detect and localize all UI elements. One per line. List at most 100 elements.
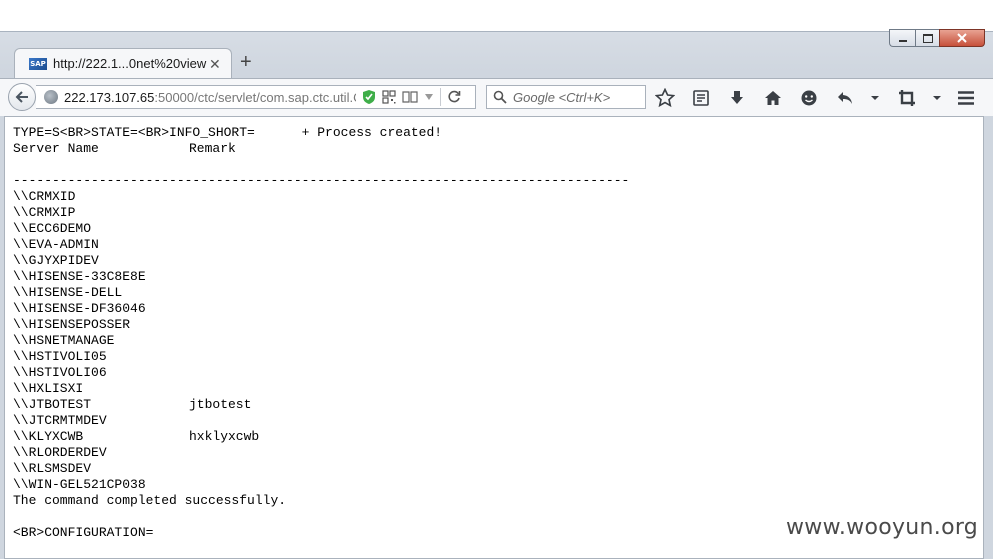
server-name: \\WIN-GEL521CP038 bbox=[13, 477, 146, 492]
share-icon bbox=[838, 92, 852, 104]
column-header-row: Server Name Remark bbox=[13, 141, 983, 157]
address-divider bbox=[440, 88, 441, 106]
search-icon bbox=[493, 90, 507, 104]
window-close-button[interactable] bbox=[939, 29, 985, 47]
address-bar-icons bbox=[362, 88, 467, 106]
server-name: \\HISENSE-33C8E8E bbox=[13, 269, 146, 284]
tab-close-button[interactable]: ✕ bbox=[209, 57, 221, 71]
server-name: \\RLSMSDEV bbox=[13, 461, 92, 476]
server-name: \\HSTIVOLI06 bbox=[13, 365, 107, 380]
server-remark: hxklyxcwb bbox=[189, 429, 260, 444]
maximize-button[interactable] bbox=[915, 29, 939, 47]
dropdown-arrow-icon[interactable] bbox=[424, 93, 434, 101]
share-dropdown[interactable] bbox=[870, 87, 880, 109]
url-text[interactable]: 222.173.107.65:50000/ctc/servlet/com.sap… bbox=[64, 90, 356, 105]
star-icon bbox=[655, 88, 675, 108]
qr-code-icon[interactable] bbox=[382, 90, 396, 104]
navigation-toolbar: 222.173.107.65:50000/ctc/servlet/com.sap… bbox=[0, 78, 993, 116]
bookmark-star-button[interactable] bbox=[654, 87, 676, 109]
server-row: \\RLSMSDEV bbox=[13, 461, 983, 477]
server-name: \\GJYXPIDEV bbox=[13, 253, 99, 268]
completion-message: The command completed successfully. bbox=[13, 493, 287, 508]
address-bar[interactable]: 222.173.107.65:50000/ctc/servlet/com.sap… bbox=[36, 85, 476, 109]
page-content: TYPE=S<BR>STATE=<BR>INFO_SHORT= + Proces… bbox=[4, 116, 984, 559]
back-arrow-icon bbox=[15, 91, 28, 103]
minimize-button[interactable] bbox=[889, 29, 915, 47]
tab-bar: SAP http://222.1...0net%20view ✕ + bbox=[0, 46, 993, 78]
status-line: TYPE=S<BR>STATE=<BR>INFO_SHORT= + Proces… bbox=[13, 125, 443, 140]
globe-icon bbox=[44, 90, 58, 104]
chevron-down-icon bbox=[871, 96, 879, 100]
back-button[interactable] bbox=[8, 83, 36, 111]
reading-list-button[interactable] bbox=[690, 87, 712, 109]
download-icon bbox=[731, 91, 743, 104]
server-row: \\HISENSE-33C8E8E bbox=[13, 269, 983, 285]
url-path: :50000/ctc/servlet/com.sap.ctc.util.C bbox=[154, 89, 356, 105]
column-header-remark: Remark bbox=[189, 141, 236, 156]
maximize-icon bbox=[922, 33, 933, 43]
server-name: \\EVA-ADMIN bbox=[13, 237, 99, 252]
search-bar[interactable]: Google <Ctrl+K> bbox=[486, 85, 646, 109]
minimize-icon bbox=[898, 40, 907, 42]
hamburger-menu-icon bbox=[958, 91, 974, 105]
server-row: \\HSNETMANAGE bbox=[13, 333, 983, 349]
server-row: \\RLORDERDEV bbox=[13, 445, 983, 461]
server-name: \\KLYXCWB bbox=[13, 429, 84, 444]
server-list: \\CRMXID \\CRMXIP \\ECC6DEMO \\EVA-ADMIN \\G… bbox=[13, 189, 983, 493]
shield-icon[interactable] bbox=[362, 89, 376, 105]
download-button[interactable] bbox=[726, 87, 748, 109]
server-row: \\WIN-GEL521CP038 bbox=[13, 477, 983, 493]
server-name: \\RLORDERDEV bbox=[13, 445, 107, 460]
server-row: \\KLYXCWB hxklyxcwb bbox=[13, 429, 983, 445]
server-name: \\HISENSE-DELL bbox=[13, 285, 123, 300]
close-icon bbox=[957, 33, 967, 43]
server-row: \\HSTIVOLI05 bbox=[13, 349, 983, 365]
server-name: \\HSTIVOLI05 bbox=[13, 349, 107, 364]
column-header-server: Server Name bbox=[13, 141, 99, 156]
server-row: \\HSTIVOLI06 bbox=[13, 365, 983, 381]
server-name: \\JTCRMTMDEV bbox=[13, 413, 107, 428]
screenshot-dropdown[interactable] bbox=[932, 87, 942, 109]
server-row: \\JTBOTEST jtbotest bbox=[13, 397, 983, 413]
server-name: \\ECC6DEMO bbox=[13, 221, 92, 236]
server-name: \\HXLISXI bbox=[13, 381, 84, 396]
crop-icon bbox=[899, 90, 915, 106]
server-name: \\CRMXID bbox=[13, 189, 76, 204]
new-tab-button[interactable]: + bbox=[240, 52, 252, 72]
open-menu-button[interactable] bbox=[955, 88, 977, 108]
server-remark: jtbotest bbox=[189, 397, 252, 412]
chat-icon bbox=[801, 90, 817, 106]
chevron-down-icon bbox=[933, 96, 941, 100]
server-row: \\CRMXIP bbox=[13, 205, 983, 221]
toolbar-buttons bbox=[654, 86, 958, 110]
server-row: \\CRMXID bbox=[13, 189, 983, 205]
sap-favicon-icon: SAP bbox=[29, 57, 47, 70]
chat-button[interactable] bbox=[798, 87, 820, 109]
server-row: \\HISENSEPOSSER bbox=[13, 317, 983, 333]
reload-icon[interactable] bbox=[447, 90, 461, 104]
tab-active[interactable]: SAP http://222.1...0net%20view ✕ bbox=[14, 48, 232, 78]
separator-line: ----------------------------------------… bbox=[13, 173, 630, 188]
server-row: \\ECC6DEMO bbox=[13, 221, 983, 237]
browser-window: SAP http://222.1...0net%20view ✕ + 222.1… bbox=[0, 29, 993, 559]
server-row: \\JTCRMTMDEV bbox=[13, 413, 983, 429]
server-row: \\HISENSE-DF36046 bbox=[13, 301, 983, 317]
command-output: TYPE=S<BR>STATE=<BR>INFO_SHORT= + Proces… bbox=[5, 117, 983, 541]
search-placeholder: Google <Ctrl+K> bbox=[513, 89, 611, 105]
server-row: \\HXLISXI bbox=[13, 381, 983, 397]
reading-list-icon bbox=[693, 90, 709, 106]
screen-top-strip bbox=[0, 0, 993, 31]
server-name: \\HISENSE-DF36046 bbox=[13, 301, 146, 316]
server-name: \\JTBOTEST bbox=[13, 397, 92, 412]
server-name: \\HSNETMANAGE bbox=[13, 333, 115, 348]
server-name: \\HISENSEPOSSER bbox=[13, 317, 131, 332]
screenshot-button[interactable] bbox=[896, 87, 918, 109]
url-host: 222.173.107.65 bbox=[64, 89, 155, 105]
server-row: \\HISENSE-DELL bbox=[13, 285, 983, 301]
share-button[interactable] bbox=[834, 87, 856, 109]
reader-view-icon[interactable] bbox=[402, 90, 418, 104]
watermark-text: www.wooyun.org bbox=[786, 515, 979, 540]
home-button[interactable] bbox=[762, 87, 784, 109]
server-row: \\EVA-ADMIN bbox=[13, 237, 983, 253]
